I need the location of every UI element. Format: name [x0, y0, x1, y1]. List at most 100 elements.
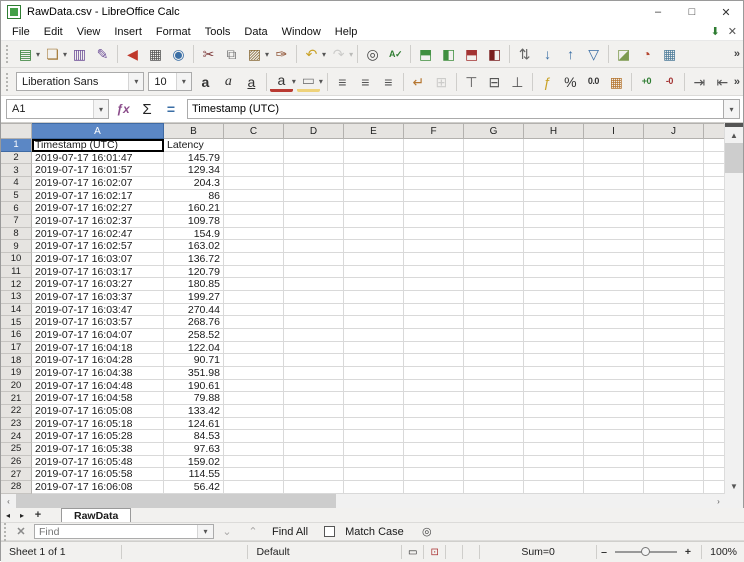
cell-empty[interactable]: [524, 215, 584, 228]
cell-empty[interactable]: [404, 215, 464, 228]
cell-a6[interactable]: 2019-07-17 16:02:27: [32, 202, 164, 215]
cell-empty[interactable]: [464, 418, 524, 431]
cell-empty[interactable]: [224, 342, 284, 355]
cell-empty[interactable]: [464, 316, 524, 329]
cell-empty[interactable]: [344, 177, 404, 190]
increase-indent-icon[interactable]: ⇥: [688, 70, 711, 93]
cell-empty[interactable]: [224, 418, 284, 431]
cell-a23[interactable]: 2019-07-17 16:05:18: [32, 418, 164, 431]
cell-empty[interactable]: [644, 405, 704, 418]
cell-empty[interactable]: [464, 266, 524, 279]
format-date-icon[interactable]: ▦: [605, 70, 628, 93]
cell-empty[interactable]: [584, 253, 644, 266]
cell-b13[interactable]: 199.27: [164, 291, 224, 304]
cell-empty[interactable]: [644, 304, 704, 317]
cell-empty[interactable]: [344, 202, 404, 215]
sheet-info[interactable]: Sheet 1 of 1: [1, 545, 122, 559]
chevron-down-icon[interactable]: ▾: [265, 50, 269, 59]
cell-empty[interactable]: [524, 139, 584, 152]
cell-empty[interactable]: [644, 139, 704, 152]
cell-empty[interactable]: [284, 418, 344, 431]
cell-empty[interactable]: [704, 253, 726, 266]
cell-empty[interactable]: [344, 481, 404, 494]
cell-empty[interactable]: [704, 367, 726, 380]
cell-b10[interactable]: 136.72: [164, 253, 224, 266]
cell-empty[interactable]: [644, 215, 704, 228]
chevron-down-icon[interactable]: ▾: [93, 100, 108, 118]
cell-empty[interactable]: [524, 342, 584, 355]
align-left-icon[interactable]: ≡: [331, 70, 354, 93]
cell-empty[interactable]: [284, 304, 344, 317]
row-header-21[interactable]: 21: [1, 392, 32, 405]
cell-empty[interactable]: [584, 228, 644, 241]
cell-empty[interactable]: [704, 228, 726, 241]
cell-a17[interactable]: 2019-07-17 16:04:18: [32, 342, 164, 355]
cell-a1[interactable]: Timestamp (UTC): [32, 139, 164, 152]
format-percent-icon[interactable]: %: [559, 70, 582, 93]
cell-empty[interactable]: [524, 152, 584, 165]
cell-empty[interactable]: [704, 468, 726, 481]
copy-icon[interactable]: ⧉: [220, 43, 243, 66]
insert-pivot-table-icon[interactable]: ▦: [658, 43, 681, 66]
cell-empty[interactable]: [524, 329, 584, 342]
column-header-c[interactable]: C: [224, 123, 284, 139]
chevron-down-icon[interactable]: ▾: [63, 50, 67, 59]
wrap-text-icon[interactable]: ↵: [407, 70, 430, 93]
cell-empty[interactable]: [284, 430, 344, 443]
cell-empty[interactable]: [284, 177, 344, 190]
cell-empty[interactable]: [464, 468, 524, 481]
cell-empty[interactable]: [704, 164, 726, 177]
row-header-28[interactable]: 28: [1, 481, 32, 494]
cell-empty[interactable]: [644, 342, 704, 355]
cell-empty[interactable]: [704, 152, 726, 165]
chevron-down-icon[interactable]: ▾: [319, 77, 323, 86]
cell-b28[interactable]: 56.42: [164, 481, 224, 494]
cell-empty[interactable]: [344, 240, 404, 253]
cell-empty[interactable]: [344, 380, 404, 393]
cell-empty[interactable]: [584, 342, 644, 355]
row-header-25[interactable]: 25: [1, 443, 32, 456]
cell-empty[interactable]: [284, 215, 344, 228]
sum-icon[interactable]: Σ: [135, 98, 159, 120]
cell-empty[interactable]: [464, 304, 524, 317]
cell-a4[interactable]: 2019-07-17 16:02:07: [32, 177, 164, 190]
column-header-e[interactable]: E: [344, 123, 404, 139]
function-wizard-icon[interactable]: ƒx: [111, 98, 135, 120]
menu-view[interactable]: View: [70, 25, 108, 39]
cell-b8[interactable]: 154.9: [164, 228, 224, 241]
cell-empty[interactable]: [344, 354, 404, 367]
cell-empty[interactable]: [464, 215, 524, 228]
cell-empty[interactable]: [404, 228, 464, 241]
cell-b5[interactable]: 86: [164, 190, 224, 203]
sort-ascending-icon[interactable]: ↓: [536, 43, 559, 66]
cell-empty[interactable]: [644, 253, 704, 266]
cell-empty[interactable]: [224, 329, 284, 342]
toolbar-overflow-button[interactable]: »: [734, 48, 740, 60]
cell-empty[interactable]: [344, 342, 404, 355]
cell-empty[interactable]: [584, 266, 644, 279]
chevron-down-icon[interactable]: ▾: [128, 73, 143, 90]
align-right-icon[interactable]: ≡: [377, 70, 400, 93]
find-previous-icon[interactable]: ⌃: [240, 525, 266, 538]
cell-empty[interactable]: [644, 329, 704, 342]
cell-b17[interactable]: 122.04: [164, 342, 224, 355]
cell-empty[interactable]: [704, 291, 726, 304]
cell-empty[interactable]: [404, 177, 464, 190]
cell-empty[interactable]: [464, 278, 524, 291]
cell-empty[interactable]: [404, 430, 464, 443]
cell-empty[interactable]: [284, 164, 344, 177]
cell-b18[interactable]: 90.71: [164, 354, 224, 367]
insert-column-before-icon[interactable]: ◧: [437, 43, 460, 66]
row-header-18[interactable]: 18: [1, 354, 32, 367]
formula-icon[interactable]: =: [159, 98, 183, 120]
insert-image-icon[interactable]: ◪: [612, 43, 635, 66]
cell-empty[interactable]: [644, 430, 704, 443]
cell-b27[interactable]: 114.55: [164, 468, 224, 481]
cell-empty[interactable]: [224, 443, 284, 456]
cell-empty[interactable]: [464, 177, 524, 190]
row-header-7[interactable]: 7: [1, 215, 32, 228]
cell-empty[interactable]: [344, 278, 404, 291]
cell-empty[interactable]: [524, 481, 584, 494]
cell-empty[interactable]: [284, 152, 344, 165]
print-icon[interactable]: ▦: [144, 43, 167, 66]
